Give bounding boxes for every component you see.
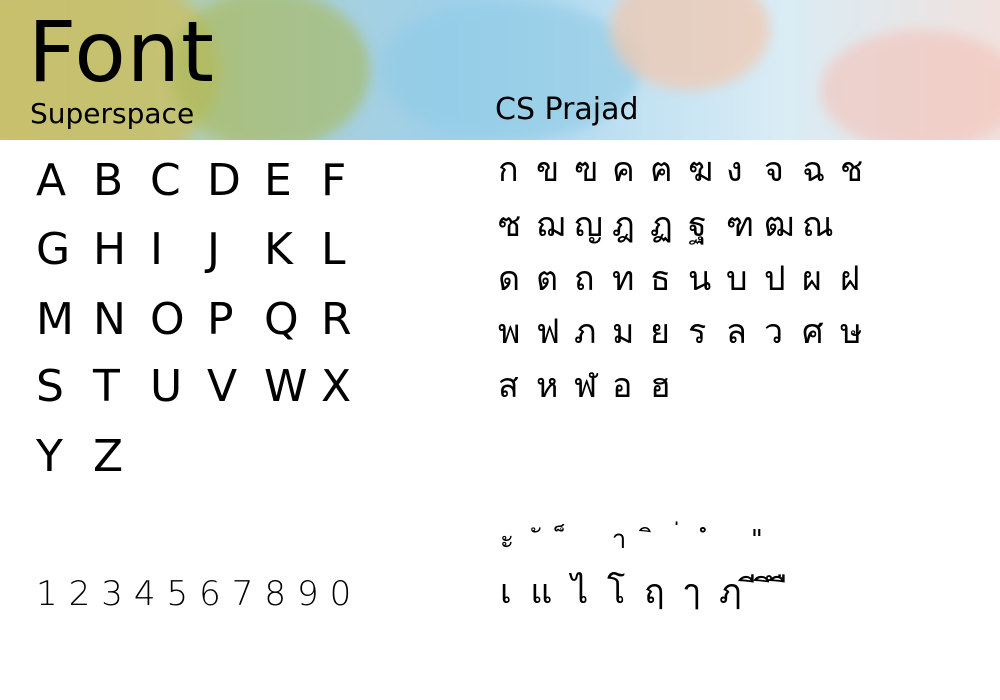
latin-row: STUVWX (36, 362, 378, 412)
thai-glyph: ญ (574, 205, 603, 245)
thai-glyph: ซ (498, 205, 522, 245)
thai-glyph: ว (764, 312, 784, 352)
thai-glyph: ฐ (688, 205, 707, 245)
thai-glyph: ย (650, 312, 670, 352)
thai-glyph: ห (536, 366, 559, 406)
thai-glyph: ษ (840, 312, 863, 352)
latin-glyph: U (150, 361, 183, 412)
thai-glyph: ฎ (612, 205, 635, 245)
latin-glyph: W (264, 361, 308, 412)
thai-glyph: ฒ (764, 205, 795, 245)
latin-glyph: D (207, 155, 241, 206)
thai-glyph: ฑ (726, 205, 755, 245)
thai-glyph: ข (536, 150, 560, 190)
thai-glyph: ฃ (574, 150, 599, 190)
latin-glyph: T (93, 361, 120, 412)
font-name-latin: Superspace (30, 97, 195, 130)
thai-glyph: ผ (802, 259, 822, 299)
thai-glyph: ร (688, 312, 707, 352)
latin-glyph: G (36, 224, 71, 275)
latin-glyph: R (321, 294, 352, 345)
banner-blossom (820, 30, 1000, 140)
latin-glyph: M (36, 294, 74, 345)
thai-row: ซฌญฎฏฐฑฒณ (498, 203, 840, 247)
latin-glyph: E (264, 155, 292, 206)
thai-row: กขฃคฅฆงจฉช (498, 148, 878, 192)
header-banner: Font Superspace CS Prajad (0, 0, 1000, 140)
latin-glyph: H (93, 224, 127, 275)
latin-glyph: I (150, 224, 163, 275)
latin-glyph: K (264, 224, 293, 275)
thai-glyph: ด (498, 259, 521, 299)
thai-glyph: ณ (802, 205, 834, 245)
thai-glyph: ป (764, 259, 786, 299)
latin-glyph: Z (93, 431, 124, 482)
latin-row: MNOPQR (36, 295, 378, 345)
thai-glyph: ม (612, 312, 635, 352)
latin-glyph: N (93, 294, 126, 345)
latin-row: YZ (36, 432, 150, 482)
thai-row: ดตถทธนบปผฝ (498, 257, 878, 301)
thai-glyph: ก (498, 150, 519, 190)
thai-glyph: พ (498, 312, 521, 352)
thai-marks-line-2: เ แ ไ โ ฤ ๅ ฦ ี ึ ื (500, 572, 792, 612)
thai-glyph: ท (612, 259, 635, 299)
thai-glyph: ช (840, 150, 864, 190)
latin-glyph: A (36, 155, 67, 206)
thai-glyph: ภ (574, 312, 597, 352)
latin-glyph: V (207, 361, 238, 412)
thai-glyph: ธ (650, 259, 671, 299)
latin-glyph: X (321, 361, 352, 412)
thai-glyph: ง (726, 150, 743, 190)
thai-glyph: ฮ (650, 366, 671, 406)
thai-marks-line-1: ะ ั ็ า ิ ่ ํ " (500, 525, 781, 555)
font-name-thai: CS Prajad (495, 92, 639, 127)
thai-glyph: ฉ (802, 150, 826, 190)
latin-row: ABCDEF (36, 156, 378, 206)
thai-row: พฟภมยรลวศษ (498, 310, 878, 354)
thai-glyph: ถ (574, 259, 595, 299)
thai-glyph: ฌ (536, 205, 566, 245)
thai-glyph: ฅ (650, 150, 673, 190)
latin-glyph: O (150, 294, 185, 345)
thai-glyph: จ (764, 150, 784, 190)
latin-row: GHIJKL (36, 225, 378, 275)
latin-glyph: S (36, 361, 64, 412)
thai-glyph: บ (726, 259, 748, 299)
latin-glyph: J (207, 224, 220, 275)
latin-glyph: Q (264, 294, 299, 345)
thai-glyph: ฏ (650, 205, 673, 245)
thai-glyph: อ (612, 366, 633, 406)
thai-row: สหฬอฮ (498, 364, 688, 408)
latin-digits: 1234567890 (36, 574, 363, 614)
latin-glyph: P (207, 294, 234, 345)
thai-glyph: ฝ (840, 259, 860, 299)
latin-glyph: B (93, 155, 124, 206)
latin-glyph: C (150, 155, 181, 206)
thai-glyph: ฬ (574, 366, 598, 406)
thai-glyph: น (688, 259, 712, 299)
latin-glyph: Y (36, 431, 63, 482)
page-title: Font (28, 3, 215, 101)
latin-glyph: L (321, 224, 346, 275)
thai-glyph: ต (536, 259, 559, 299)
thai-glyph: ฆ (688, 150, 714, 190)
thai-glyph: ส (498, 366, 519, 406)
thai-glyph: ศ (802, 312, 824, 352)
latin-glyph: F (321, 155, 347, 206)
thai-glyph: ล (726, 312, 747, 352)
thai-glyph: ฟ (536, 312, 561, 352)
thai-glyph: ค (612, 150, 635, 190)
